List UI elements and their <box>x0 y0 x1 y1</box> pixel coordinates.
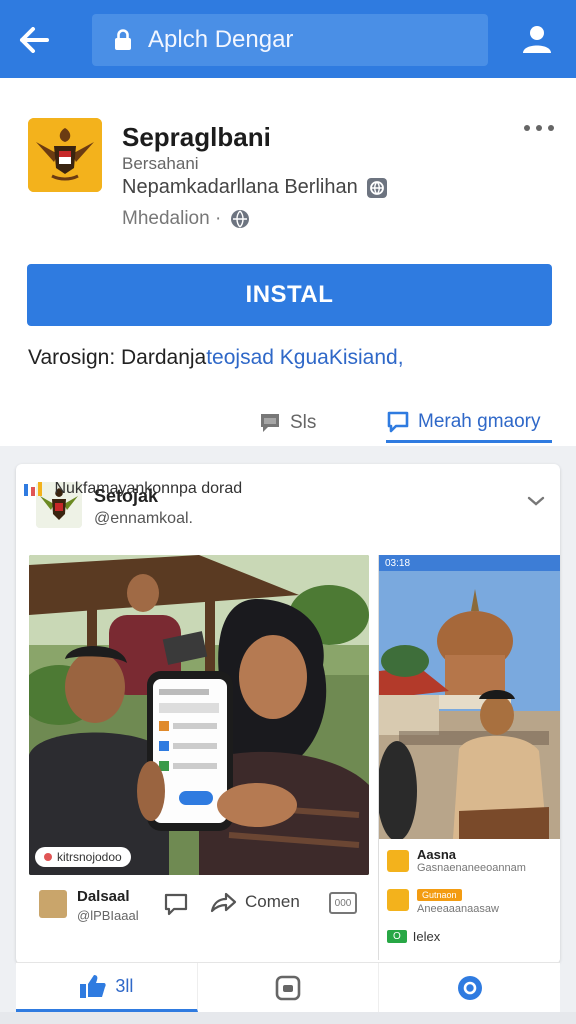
photo-tag-label: kitrsnojodoo <box>57 850 122 864</box>
version-prefix: Varosign: Dardanja <box>28 346 207 369</box>
list-item[interactable]: Aasna Gasnaenaneeoannam <box>387 847 526 874</box>
app-info-card: Sepraglbani Bersahani Nepamkadarllana Be… <box>0 78 576 446</box>
more-options-button[interactable] <box>524 118 554 138</box>
footer-name: Dalsaal <box>77 888 130 905</box>
app-name: Sepraglbani <box>122 122 271 152</box>
post-card: Setojak @ennamkoal. kitrsnojodoo 03:18 A… <box>16 464 560 964</box>
post-caption: Nukfamayankonnpa dorad <box>24 480 242 498</box>
post-photo-secondary[interactable]: 03:18 Aasna Gasnaenaneeoannam Gutnaon An… <box>378 555 560 960</box>
nav-like[interactable]: 3ll <box>16 963 198 1012</box>
app-category-text: Nepamkadarllana Berlihan <box>122 176 358 198</box>
dot-icon <box>548 125 554 131</box>
app-logo <box>28 118 102 192</box>
top-app-bar: Aplch Dengar <box>0 0 576 78</box>
comment-icon[interactable] <box>163 892 189 918</box>
back-button[interactable] <box>14 20 54 60</box>
list-item[interactable]: Gutnaon Aneeaaanaasaw <box>387 885 499 915</box>
temple-photo <box>379 571 560 839</box>
list-item[interactable]: O Ielex <box>387 929 440 944</box>
nav-location[interactable] <box>379 963 560 1012</box>
install-button[interactable]: INSTAL <box>27 264 552 326</box>
thumbs-up-icon <box>80 975 106 998</box>
status-time: 03:18 <box>385 557 411 569</box>
tab-comments[interactable]: Sls <box>258 403 316 443</box>
search-text: Aplch Dengar <box>148 26 294 53</box>
tab-messages[interactable]: Merah gmaory <box>386 403 552 443</box>
message-icon <box>387 411 409 432</box>
post-photo-main[interactable]: kitrsnojodoo <box>29 555 369 875</box>
list-item-sub: Gasnaenaneeoannam <box>417 862 526 874</box>
arrow-left-icon <box>20 27 49 53</box>
post-caption-text: Nukfamayankonnpa dorad <box>54 480 243 497</box>
list-item-sub: Aneeaaanaasaw <box>417 903 499 915</box>
version-link[interactable]: teojsad KguaKisiand, <box>206 346 403 369</box>
footer-handle: @lPBIaaal <box>77 908 139 923</box>
user-icon <box>523 26 551 53</box>
app-meta: Mhedalion · <box>122 208 251 230</box>
garuda-emblem-icon <box>28 118 102 192</box>
tab-messages-label: Merah gmaory <box>418 410 541 432</box>
app-developer: Bersahani <box>122 154 199 173</box>
photo-tag[interactable]: kitrsnojodoo <box>35 847 131 867</box>
status-bar: 03:18 <box>379 555 560 571</box>
post-handle: @ennamkoal. <box>94 510 193 527</box>
share-label: Comen <box>245 892 300 911</box>
app-square-icon <box>275 975 301 1000</box>
post-footer: Dalsaal @lPBIaaal Comen 000 <box>29 882 369 932</box>
people-with-phone-image <box>29 555 369 875</box>
share-icon <box>210 892 237 913</box>
app-meta-text: Mhedalion · <box>122 208 222 229</box>
location-icon <box>457 975 482 1000</box>
dot-icon <box>524 125 530 131</box>
globe-icon <box>231 210 250 228</box>
dot-icon <box>536 125 542 131</box>
avatar[interactable] <box>39 890 67 918</box>
app-logo-mini <box>387 849 409 872</box>
list-item-label: Ielex <box>412 929 441 944</box>
share-button[interactable]: Comen <box>209 890 300 914</box>
status-badge: Gutnaon <box>417 889 462 901</box>
globe-icon <box>366 177 387 198</box>
profile-button[interactable] <box>516 18 558 60</box>
search-bar[interactable]: Aplch Dengar <box>92 14 488 66</box>
bars-icon <box>24 481 42 496</box>
nav-like-label: 3ll <box>115 975 134 996</box>
status-badge: O <box>387 930 407 943</box>
nav-apps[interactable] <box>198 963 380 1012</box>
heart-icon <box>44 853 52 861</box>
list-item-title: Aasna <box>417 847 457 862</box>
temple-man-image <box>379 571 560 839</box>
comment-icon <box>261 414 279 432</box>
tab-comments-label: Sls <box>290 412 317 433</box>
chevron-down-icon[interactable] <box>526 494 546 508</box>
bottom-navigation: 3ll <box>16 962 560 1012</box>
more-button[interactable]: 000 <box>329 892 357 914</box>
system-nav-strip <box>0 1012 576 1024</box>
lock-icon <box>115 29 131 50</box>
version-info: Varosign: Dardanjateojsad KguaKisiand, <box>28 346 404 370</box>
app-category: Nepamkadarllana Berlihan <box>122 176 388 199</box>
app-logo-mini <box>387 889 409 911</box>
